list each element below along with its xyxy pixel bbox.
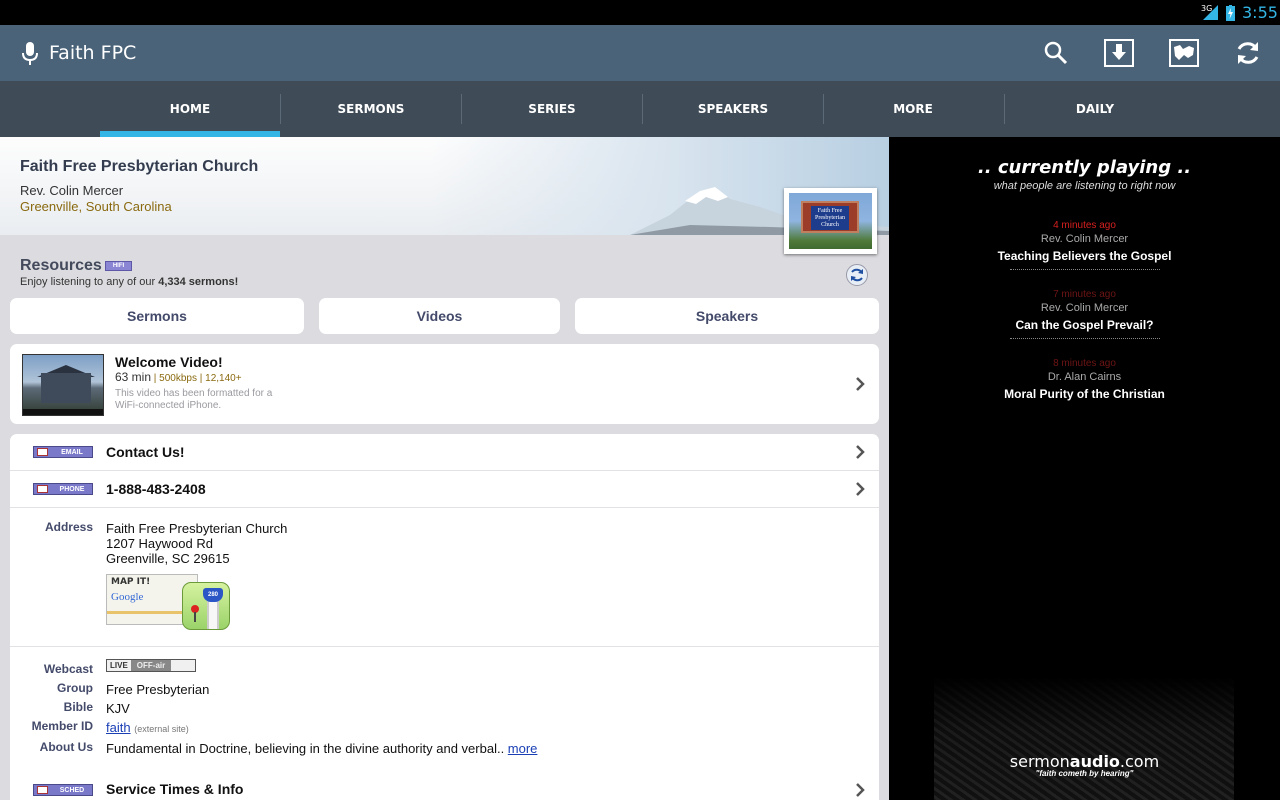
address-line-2: 1207 Haywood Rd xyxy=(106,536,213,551)
tab-bar: HOME SERMONS SERIES SPEAKERS MORE DAILY xyxy=(0,81,1280,137)
video-title: Welcome Video! xyxy=(115,354,223,370)
bible-value: KJV xyxy=(106,701,130,716)
phone-row[interactable]: PHONE 1-888-483-2408 xyxy=(10,471,879,508)
tab-daily[interactable]: DAILY xyxy=(1005,81,1185,137)
tab-more[interactable]: MORE xyxy=(823,81,1003,137)
webcast-status-badge: LIVE OFF-air xyxy=(106,659,196,672)
app-title: Faith FPC xyxy=(49,42,137,64)
sermonaudio-tagline: "faith cometh by hearing" xyxy=(1035,769,1134,778)
sync-icon xyxy=(851,268,863,282)
clock: 3:55 xyxy=(1242,3,1278,22)
main-content[interactable]: Faith Free Presbyterian Church Rev. Coli… xyxy=(0,137,889,800)
church-info-card: EMAIL Contact Us! PHONE 1-888-483-2408 A… xyxy=(10,434,879,800)
currently-playing-panel: .. currently playing .. what people are … xyxy=(889,137,1280,800)
church-sign-image: Faith Free Presbyterian Church xyxy=(789,193,872,249)
church-name: Faith Free Presbyterian Church xyxy=(20,158,259,175)
currently-playing-title: .. currently playing .. xyxy=(977,157,1192,178)
download-button[interactable] xyxy=(1102,37,1136,69)
resources-subtitle: Enjoy listening to any of our 4,334 serm… xyxy=(20,276,239,288)
calendar-icon xyxy=(37,786,48,794)
address-line-3: Greenville, SC 29615 xyxy=(106,551,230,566)
contact-label: Contact Us! xyxy=(106,444,185,460)
about-key: About Us xyxy=(39,740,93,754)
signal-icon xyxy=(1203,5,1218,20)
download-icon xyxy=(1104,39,1134,67)
video-note: This video has been formatted for a WiFi… xyxy=(115,388,273,411)
search-icon xyxy=(1044,41,1068,65)
group-value: Free Presbyterian xyxy=(106,682,210,697)
webcast-key: Webcast xyxy=(43,662,93,676)
service-times-row[interactable]: SCHED Service Times & Info xyxy=(10,770,879,800)
action-bar: Faith FPC xyxy=(0,25,1280,81)
currently-playing-subtitle: what people are listening to right now xyxy=(993,180,1176,192)
more-link[interactable]: more xyxy=(508,741,538,756)
welcome-video-card[interactable]: Welcome Video! 63 min | 500kbps | 12,140… xyxy=(10,344,879,424)
dotted-divider xyxy=(1009,338,1160,339)
member-id-value: faith (external site) xyxy=(106,720,189,735)
hifi-badge: HIFI xyxy=(105,261,132,271)
church-pastor: Rev. Colin Mercer xyxy=(20,183,124,198)
sync-button[interactable] xyxy=(846,264,868,286)
tab-sermons[interactable]: SERMONS xyxy=(281,81,461,137)
email-badge: EMAIL xyxy=(33,446,93,458)
videos-button[interactable]: Videos xyxy=(319,298,560,334)
maps-app-icon[interactable]: 280 xyxy=(182,582,230,630)
sched-badge: SCHED xyxy=(33,784,93,796)
member-id-key: Member ID xyxy=(31,719,93,733)
tab-speakers[interactable]: SPEAKERS xyxy=(643,81,823,137)
speakers-button[interactable]: Speakers xyxy=(575,298,879,334)
contact-row[interactable]: EMAIL Contact Us! xyxy=(10,434,879,471)
about-value: Fundamental in Doctrine, believing in th… xyxy=(106,741,538,756)
chevron-right-icon xyxy=(856,377,865,391)
search-button[interactable] xyxy=(1039,37,1073,69)
envelope-icon xyxy=(37,448,48,456)
phone-number: 1-888-483-2408 xyxy=(106,481,206,497)
battery-icon xyxy=(1226,5,1235,21)
church-banner: Faith Free Presbyterian Church Rev. Coli… xyxy=(0,137,889,235)
tab-series[interactable]: SERIES xyxy=(462,81,642,137)
church-photo[interactable]: Faith Free Presbyterian Church xyxy=(784,188,877,254)
divider xyxy=(10,646,879,647)
service-times-label: Service Times & Info xyxy=(106,781,244,797)
group-key: Group xyxy=(57,681,93,695)
refresh-button[interactable] xyxy=(1231,37,1265,69)
phone-icon xyxy=(37,485,48,493)
map-icon xyxy=(1169,39,1199,67)
address-key: Address xyxy=(44,520,93,534)
address-line-1: Faith Free Presbyterian Church xyxy=(106,521,288,536)
now-playing-item[interactable]: 8 minutes ago Dr. Alan Cairns Moral Puri… xyxy=(889,358,1280,401)
church-location: Greenville, South Carolina xyxy=(20,199,172,214)
refresh-icon xyxy=(1237,42,1259,64)
chevron-right-icon xyxy=(856,445,865,459)
chevron-right-icon xyxy=(856,783,865,797)
chevron-right-icon xyxy=(856,482,865,496)
video-meta: 63 min | 500kbps | 12,140+ xyxy=(115,370,242,384)
resources-title: Resources xyxy=(20,257,102,274)
status-bar: 3G 3:55 xyxy=(0,0,1280,25)
dotted-divider xyxy=(1009,269,1160,270)
now-playing-item[interactable]: 7 minutes ago Rev. Colin Mercer Can the … xyxy=(889,289,1280,339)
bible-key: Bible xyxy=(63,700,93,714)
member-id-link[interactable]: faith xyxy=(106,720,131,735)
now-playing-item[interactable]: 4 minutes ago Rev. Colin Mercer Teaching… xyxy=(889,220,1280,270)
map-button[interactable] xyxy=(1167,37,1201,69)
sermons-button[interactable]: Sermons xyxy=(10,298,304,334)
phone-badge: PHONE xyxy=(33,483,93,495)
video-thumbnail xyxy=(22,354,104,416)
tab-home[interactable]: HOME xyxy=(100,81,280,137)
microphone-icon[interactable] xyxy=(20,41,40,67)
